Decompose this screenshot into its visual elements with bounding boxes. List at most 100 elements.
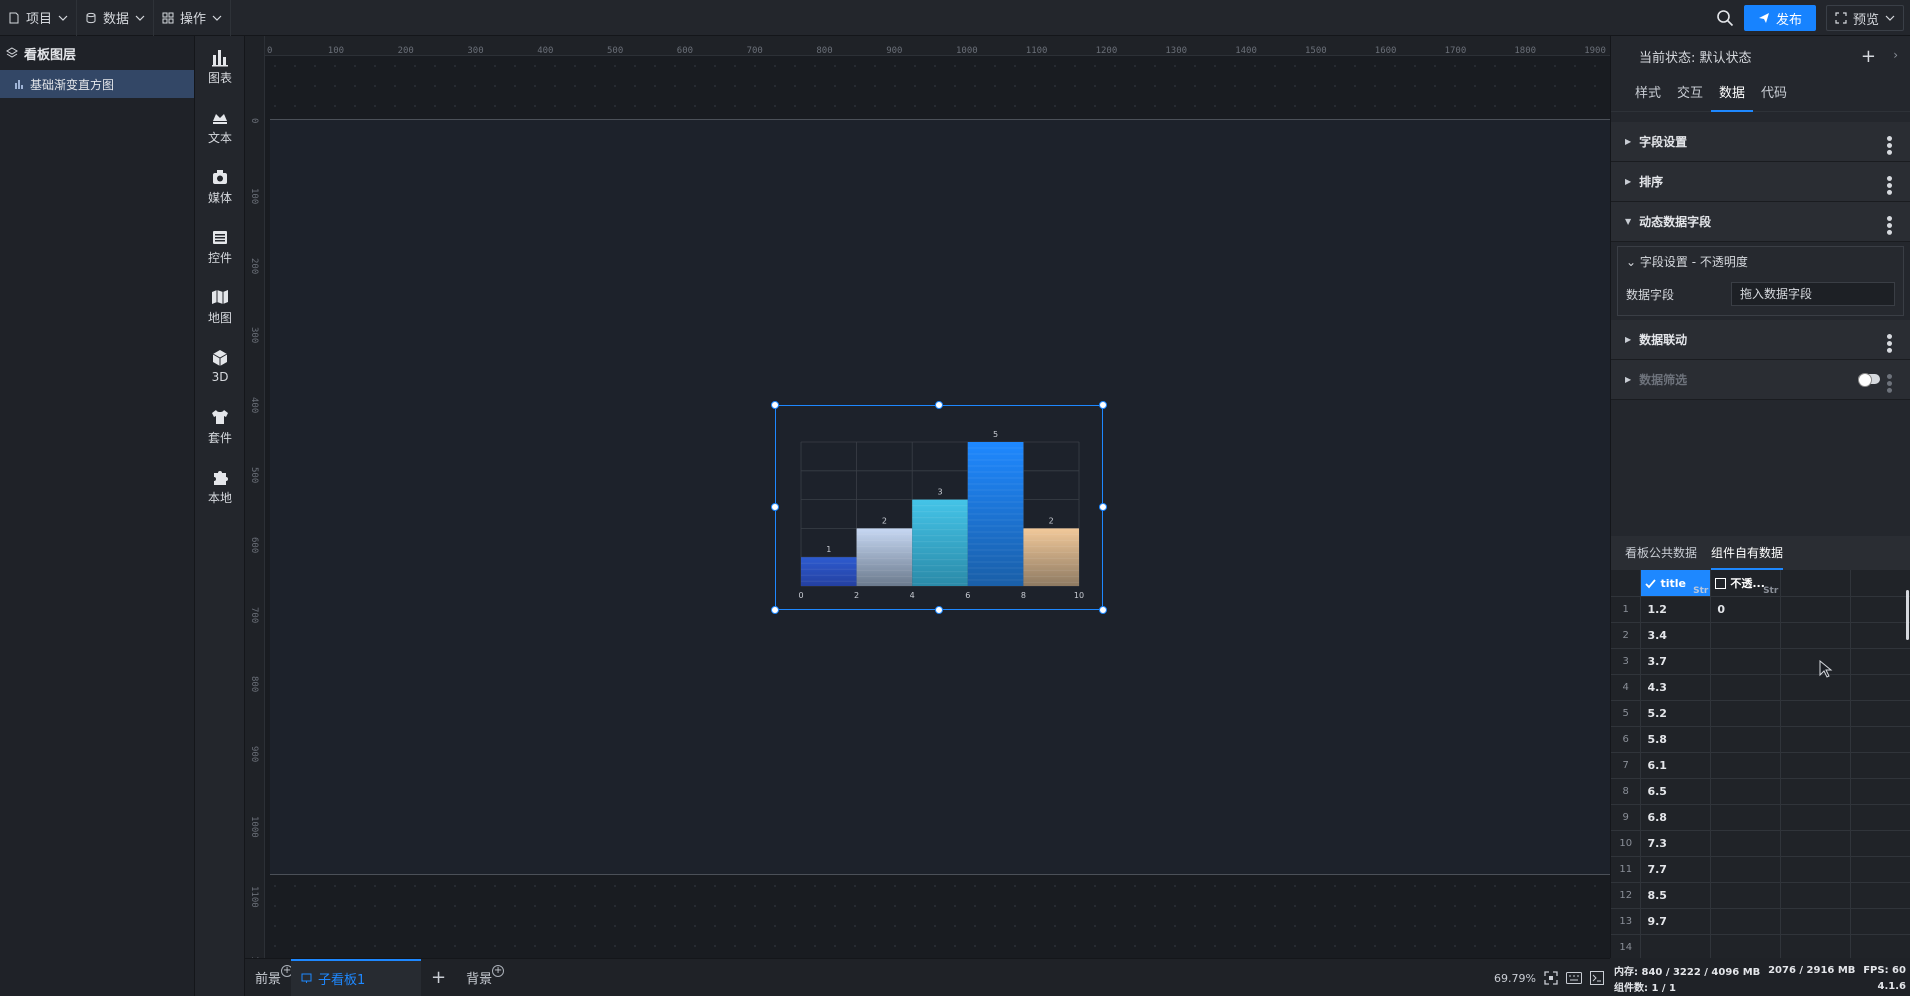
tab-data[interactable]: 数据 — [1711, 76, 1754, 112]
table-row[interactable]: 7 6.1 — [1611, 752, 1910, 779]
more-icon[interactable]: ••• — [1880, 214, 1896, 235]
histogram-widget[interactable]: 1 2 3 5 2 0 2 4 6 8 10 — [771, 401, 1107, 614]
cell-empty[interactable] — [1850, 934, 1910, 961]
cell-empty[interactable] — [1850, 908, 1910, 935]
cell-empty[interactable] — [1780, 934, 1852, 961]
component-kit[interactable]: 套件 — [195, 396, 245, 456]
component-media[interactable]: 媒体 — [195, 156, 245, 216]
cell-title[interactable]: 3.7 — [1640, 648, 1712, 675]
tab-code[interactable]: 代码 — [1753, 76, 1795, 112]
checkbox-icon[interactable] — [1715, 577, 1727, 589]
cell-title[interactable]: 4.3 — [1640, 674, 1712, 701]
resize-handle-se[interactable] — [1099, 606, 1107, 614]
cell-empty[interactable] — [1780, 778, 1852, 805]
section-data-link[interactable]: ▶ 数据联动 ••• — [1611, 320, 1910, 360]
cell-empty[interactable] — [1850, 648, 1910, 675]
column-header-empty[interactable] — [1780, 570, 1852, 597]
cell-opacity[interactable] — [1710, 778, 1782, 805]
fit-screen-icon[interactable] — [1544, 971, 1558, 985]
table-row[interactable]: 2 3.4 — [1611, 622, 1910, 649]
cell-opacity[interactable] — [1710, 934, 1782, 961]
table-row[interactable]: 10 7.3 — [1611, 830, 1910, 857]
table-row[interactable]: 1 1.2 0 — [1611, 596, 1910, 623]
component-text[interactable]: 文本 — [195, 96, 245, 156]
resize-handle-w[interactable] — [771, 503, 779, 511]
cell-opacity[interactable] — [1710, 752, 1782, 779]
table-row[interactable]: 9 6.8 — [1611, 804, 1910, 831]
cell-empty[interactable] — [1780, 596, 1852, 623]
section-field-settings[interactable]: ▶ 字段设置 ••• — [1611, 122, 1910, 162]
table-row[interactable]: 6 5.8 — [1611, 726, 1910, 753]
resize-handle-e[interactable] — [1099, 503, 1107, 511]
cell-title[interactable]: 6.1 — [1640, 752, 1712, 779]
tab-subboard[interactable]: 子看板1 — [291, 958, 422, 996]
cell-empty[interactable] — [1780, 830, 1852, 857]
cell-title[interactable]: 5.8 — [1640, 726, 1712, 753]
cell-empty[interactable] — [1850, 674, 1910, 701]
tab-style[interactable]: 样式 — [1627, 76, 1669, 112]
cell-opacity[interactable] — [1710, 622, 1782, 649]
table-row[interactable]: 5 5.2 — [1611, 700, 1910, 727]
cell-opacity[interactable] — [1710, 856, 1782, 883]
component-local[interactable]: 本地 — [195, 456, 245, 516]
component-chart[interactable]: 图表 — [195, 36, 245, 96]
add-state-icon[interactable]: + — [1861, 46, 1876, 67]
section-data-filter[interactable]: ▶ 数据筛选 ••• — [1611, 360, 1910, 400]
cell-empty[interactable] — [1850, 752, 1910, 779]
cell-opacity[interactable] — [1710, 804, 1782, 831]
preview-button[interactable]: 预览 — [1825, 5, 1904, 31]
tab-own-data[interactable]: 组件自有数据 — [1711, 536, 1784, 570]
cell-title[interactable]: 3.4 — [1640, 622, 1712, 649]
menu-operation[interactable]: 操作 — [154, 0, 232, 36]
resize-handle-ne[interactable] — [1099, 401, 1107, 409]
cell-empty[interactable] — [1850, 856, 1910, 883]
column-header-opacity[interactable]: 不透... Str — [1710, 570, 1782, 597]
table-row[interactable]: 13 9.7 — [1611, 908, 1910, 935]
cell-empty[interactable] — [1850, 622, 1910, 649]
table-row[interactable]: 14 — [1611, 934, 1910, 961]
cell-title[interactable]: 7.7 — [1640, 856, 1712, 883]
cell-title[interactable]: 1.2 — [1640, 596, 1712, 623]
cell-empty[interactable] — [1780, 648, 1852, 675]
filter-toggle[interactable] — [1858, 373, 1880, 387]
publish-button[interactable]: 发布 — [1743, 5, 1816, 31]
resize-handle-n[interactable] — [935, 401, 943, 409]
more-icon[interactable]: ••• — [1880, 134, 1896, 155]
tab-interaction[interactable]: 交互 — [1669, 76, 1711, 112]
cell-title[interactable]: 7.3 — [1640, 830, 1712, 857]
section-dynamic-fields[interactable]: ▼ 动态数据字段 ••• — [1611, 202, 1910, 242]
terminal-icon[interactable] — [1590, 971, 1604, 985]
cell-opacity[interactable] — [1710, 726, 1782, 753]
component-3d[interactable]: 3D — [195, 336, 245, 396]
cell-empty[interactable] — [1780, 622, 1852, 649]
tab-foreground[interactable]: 前景 + — [245, 959, 294, 996]
resize-handle-sw[interactable] — [771, 606, 779, 614]
cell-opacity[interactable] — [1710, 674, 1782, 701]
field-opacity-title[interactable]: ⌄ 字段设置 - 不透明度 — [1626, 253, 1895, 270]
add-board-button[interactable]: + — [421, 959, 456, 996]
cell-opacity[interactable] — [1710, 882, 1782, 909]
keyboard-icon[interactable] — [1566, 972, 1582, 984]
cell-title[interactable]: 5.2 — [1640, 700, 1712, 727]
column-header-title[interactable]: title Str — [1640, 570, 1712, 597]
column-header-empty[interactable] — [1850, 570, 1910, 597]
data-field-input[interactable]: 拖入数据字段 — [1731, 282, 1895, 306]
cell-empty[interactable] — [1850, 700, 1910, 727]
ruler-horizontal[interactable]: 0 100 200 300 400 500 600 700 800 900 1000 1100 1200… — [245, 36, 1610, 56]
cell-opacity[interactable] — [1710, 908, 1782, 935]
cell-empty[interactable] — [1850, 778, 1910, 805]
cell-opacity[interactable] — [1710, 830, 1782, 857]
menu-data[interactable]: 数据 — [77, 0, 155, 36]
ruler-vertical[interactable]: 0100200300400500600700800900100011001200 — [245, 36, 265, 958]
cell-empty[interactable] — [1780, 726, 1852, 753]
zoom-level[interactable]: 69.79% — [1494, 972, 1536, 985]
cell-title[interactable] — [1640, 934, 1712, 961]
cell-empty[interactable] — [1780, 804, 1852, 831]
tab-background[interactable]: 背景 + — [456, 959, 505, 996]
scrollbar-vertical[interactable] — [1906, 590, 1909, 640]
checkmark-icon[interactable] — [1645, 578, 1657, 589]
cell-title[interactable]: 8.5 — [1640, 882, 1712, 909]
component-control[interactable]: 控件 — [195, 216, 245, 276]
cell-empty[interactable] — [1850, 726, 1910, 753]
data-grid[interactable]: title Str 不透... Str 1 1.2 0 2 3.4 3 3.7 … — [1611, 570, 1910, 996]
